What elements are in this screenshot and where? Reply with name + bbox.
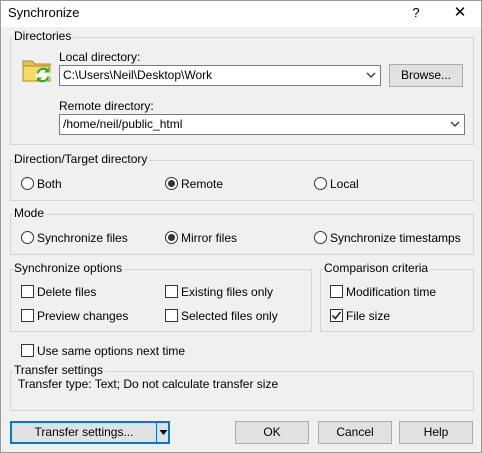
chevron-down-icon[interactable] — [156, 422, 169, 443]
remote-directory-label: Remote directory: — [59, 99, 154, 113]
local-directory-value: C:\Users\Neil\Desktop\Work — [63, 68, 213, 82]
modification-time-checkbox[interactable] — [330, 285, 343, 298]
radio-remote-label[interactable]: Remote — [181, 177, 223, 191]
selected-files-only-label[interactable]: Selected files only — [181, 309, 278, 323]
mode-group-label: Mode — [13, 206, 47, 220]
preview-changes-checkbox[interactable] — [21, 309, 34, 322]
synchronize-options-group-label: Synchronize options — [13, 261, 125, 275]
existing-files-only-checkbox[interactable] — [165, 285, 178, 298]
use-same-options-label[interactable]: Use same options next time — [37, 344, 185, 358]
chevron-down-icon[interactable] — [362, 66, 380, 85]
remote-directory-combo[interactable]: /home/neil/public_html — [59, 114, 465, 135]
transfer-settings-button[interactable]: Transfer settings... — [10, 421, 170, 444]
title-help-button[interactable]: ? — [403, 1, 429, 27]
help-button[interactable]: Help — [399, 421, 473, 444]
radio-remote[interactable] — [165, 177, 178, 190]
existing-files-only-label[interactable]: Existing files only — [181, 285, 273, 299]
remote-directory-value: /home/neil/public_html — [63, 117, 183, 131]
delete-files-label[interactable]: Delete files — [37, 285, 96, 299]
file-size-label[interactable]: File size — [346, 309, 390, 323]
ok-button[interactable]: OK — [235, 421, 309, 444]
close-button[interactable]: ✕ — [447, 1, 473, 27]
local-directory-combo[interactable]: C:\Users\Neil\Desktop\Work — [59, 65, 381, 86]
transfer-settings-group-label: Transfer settings — [13, 363, 105, 377]
direction-group: Direction/Target directory — [10, 152, 474, 201]
chevron-down-icon[interactable] — [446, 115, 464, 134]
direction-group-label: Direction/Target directory — [13, 152, 150, 166]
radio-mirror-files[interactable] — [165, 231, 178, 244]
use-same-options-checkbox[interactable] — [21, 344, 34, 357]
title-bar: Synchronize ? ✕ — [1, 1, 481, 27]
radio-local-label[interactable]: Local — [330, 177, 359, 191]
radio-local[interactable] — [314, 177, 327, 190]
file-size-checkbox[interactable] — [330, 309, 343, 322]
synchronize-dialog: Synchronize ? ✕ Directories Local direct… — [0, 0, 482, 453]
transfer-settings-button-label: Transfer settings... — [34, 425, 134, 439]
dialog-title: Synchronize — [8, 5, 80, 20]
delete-files-checkbox[interactable] — [21, 285, 34, 298]
radio-synchronize-timestamps[interactable] — [314, 231, 327, 244]
directories-group-label: Directories — [13, 29, 74, 43]
transfer-settings-summary: Transfer type: Text; Do not calculate tr… — [18, 377, 279, 391]
browse-button[interactable]: Browse... — [389, 64, 463, 87]
radio-both-label[interactable]: Both — [37, 177, 62, 191]
cancel-button[interactable]: Cancel — [318, 421, 392, 444]
preview-changes-label[interactable]: Preview changes — [37, 309, 128, 323]
checkmark-icon — [331, 311, 342, 320]
radio-both[interactable] — [21, 177, 34, 190]
local-directory-label: Local directory: — [59, 50, 141, 64]
comparison-criteria-group: Comparison criteria — [320, 261, 474, 332]
radio-mirror-files-label[interactable]: Mirror files — [181, 231, 237, 245]
radio-synchronize-timestamps-label[interactable]: Synchronize timestamps — [330, 231, 461, 245]
folder-sync-icon — [21, 54, 53, 86]
comparison-criteria-group-label: Comparison criteria — [323, 261, 431, 275]
radio-synchronize-files[interactable] — [21, 231, 34, 244]
selected-files-only-checkbox[interactable] — [165, 309, 178, 322]
modification-time-label[interactable]: Modification time — [346, 285, 436, 299]
radio-synchronize-files-label[interactable]: Synchronize files — [37, 231, 128, 245]
